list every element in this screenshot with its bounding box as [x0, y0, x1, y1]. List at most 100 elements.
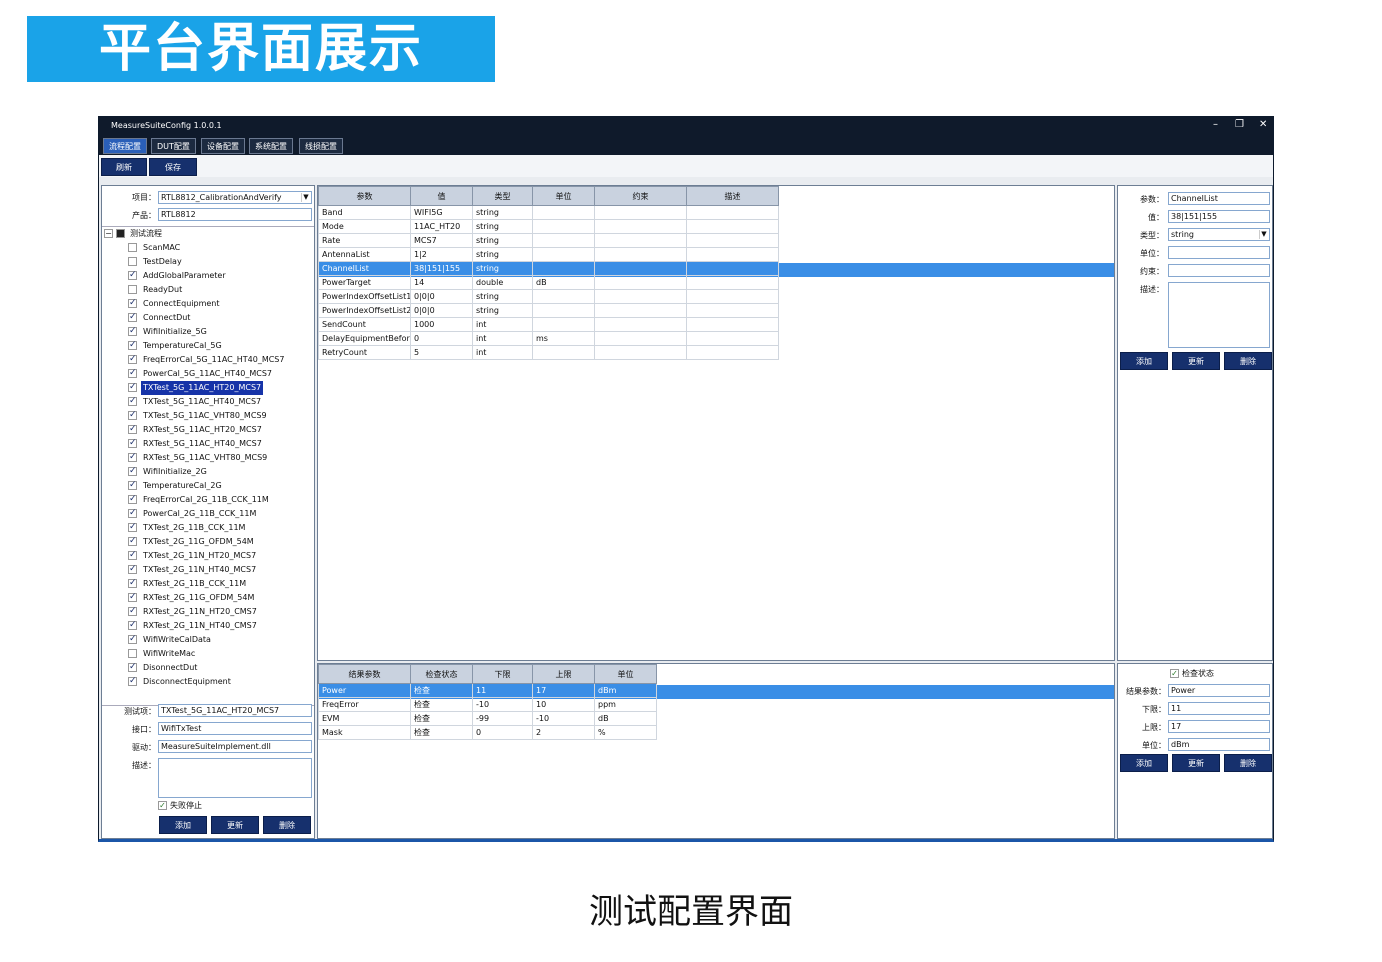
- tree-item[interactable]: ✓ TXTest_2G_11B_CCK_11M: [126, 521, 312, 535]
- tree-item[interactable]: ✓ ConnectDut: [126, 311, 312, 325]
- results-column-header[interactable]: 下限: [472, 664, 533, 684]
- tree-item[interactable]: ✓ RXTest_5G_11AC_VHT80_MCS9: [126, 451, 312, 465]
- tree-item[interactable]: ✓ TXTest_2G_11N_HT40_MCS7: [126, 563, 312, 577]
- tree-item[interactable]: ✓ TemperatureCal_5G: [126, 339, 312, 353]
- tree-item[interactable]: WifiWriteMac: [126, 647, 312, 661]
- tab-dut-config[interactable]: DUT配置: [151, 138, 196, 154]
- params-table-row[interactable]: DelayEquipmentBefore 0 int ms: [318, 331, 779, 346]
- tree-item[interactable]: ✓ FreqErrorCal_2G_11B_CCK_11M: [126, 493, 312, 507]
- add-param-button[interactable]: 添加: [1120, 352, 1168, 370]
- results-table-row[interactable]: FreqError 检查 -10 10 ppm: [318, 697, 657, 712]
- param-field[interactable]: ChannelList: [1168, 192, 1270, 205]
- tree-item[interactable]: ✓ FreqErrorCal_5G_11AC_HT40_MCS7: [126, 353, 312, 367]
- tree-item[interactable]: ✓ ConnectEquipment: [126, 297, 312, 311]
- product-field[interactable]: RTL8812: [158, 208, 312, 221]
- upper-field[interactable]: 17: [1168, 720, 1270, 733]
- tree-item[interactable]: ReadyDut: [126, 283, 312, 297]
- param-desc-textarea[interactable]: [1168, 282, 1270, 348]
- tree-item-checkbox[interactable]: [128, 257, 137, 266]
- restore-icon[interactable]: ❐: [1235, 119, 1244, 130]
- lower-field[interactable]: 11: [1168, 702, 1270, 715]
- tree-item-checkbox[interactable]: ✓: [128, 271, 137, 280]
- tree-item-checkbox[interactable]: ✓: [128, 369, 137, 378]
- tree-item[interactable]: ✓ AddGlobalParameter: [126, 269, 312, 283]
- params-table-row[interactable]: Mode 11AC_HT20 string: [318, 219, 779, 234]
- params-column-header[interactable]: 参数: [318, 186, 411, 206]
- tree-item-checkbox[interactable]: [128, 285, 137, 294]
- tree-item-checkbox[interactable]: ✓: [128, 607, 137, 616]
- delete-testitem-button[interactable]: 删除: [263, 816, 311, 834]
- params-table-row[interactable]: PowerTarget 14 double dB: [318, 275, 779, 290]
- tab-system-config[interactable]: 系统配置: [249, 138, 293, 154]
- params-table-row[interactable]: RetryCount 5 int: [318, 345, 779, 360]
- tree-item[interactable]: ✓ PowerCal_2G_11B_CCK_11M: [126, 507, 312, 521]
- tree-item-checkbox[interactable]: ✓: [128, 635, 137, 644]
- tree-item-checkbox[interactable]: ✓: [128, 523, 137, 532]
- project-select[interactable]: RTL8812_CalibrationAndVerify ▼: [158, 191, 312, 204]
- params-table-row[interactable]: ChannelList 38|151|155 string: [318, 261, 779, 276]
- tree-item-checkbox[interactable]: ✓: [128, 593, 137, 602]
- results-table-row[interactable]: Mask 检查 0 2%: [318, 725, 657, 740]
- add-result-button[interactable]: 添加: [1120, 754, 1168, 772]
- tree-item[interactable]: ✓ DisconnectEquipment: [126, 675, 312, 689]
- results-column-header[interactable]: 单位: [594, 664, 657, 684]
- tree-item-checkbox[interactable]: ✓: [128, 383, 137, 392]
- tree-item-checkbox[interactable]: ✓: [128, 509, 137, 518]
- tree-item[interactable]: ✓ DisonnectDut: [126, 661, 312, 675]
- tree-item[interactable]: ✓ TXTest_5G_11AC_HT40_MCS7: [126, 395, 312, 409]
- tree-item-checkbox[interactable]: ✓: [128, 551, 137, 560]
- tree-item[interactable]: ✓ RXTest_2G_11G_OFDM_54M: [126, 591, 312, 605]
- tree-item-checkbox[interactable]: ✓: [128, 299, 137, 308]
- constraint-field[interactable]: [1168, 264, 1270, 277]
- testitem-field[interactable]: TXTest_5G_11AC_HT20_MCS7: [158, 704, 312, 717]
- tree-item-checkbox[interactable]: ✓: [128, 355, 137, 364]
- params-column-header[interactable]: 描述: [686, 186, 779, 206]
- collapse-icon[interactable]: −: [104, 229, 113, 238]
- tree-item[interactable]: ✓ WifiInitialize_2G: [126, 465, 312, 479]
- tree-item-checkbox[interactable]: [128, 243, 137, 252]
- tree-item-checkbox[interactable]: ✓: [128, 327, 137, 336]
- tree-item[interactable]: ✓ TXTest_2G_11N_HT20_MCS7: [126, 549, 312, 563]
- tree-item-checkbox[interactable]: ✓: [128, 565, 137, 574]
- value-field[interactable]: 38|151|155: [1168, 210, 1270, 223]
- tab-flow-config[interactable]: 流程配置: [103, 138, 147, 154]
- tree-root[interactable]: − 测试流程: [102, 227, 302, 241]
- tree-item-checkbox[interactable]: ✓: [128, 313, 137, 322]
- tree-item-checkbox[interactable]: ✓: [128, 453, 137, 462]
- interface-field[interactable]: WifiTxTest: [158, 722, 312, 735]
- results-column-header[interactable]: 结果参数: [318, 664, 411, 684]
- params-column-header[interactable]: 约束: [594, 186, 687, 206]
- result-unit-field[interactable]: dBm: [1168, 738, 1270, 751]
- save-button[interactable]: 保存: [149, 158, 197, 176]
- params-column-header[interactable]: 值: [410, 186, 473, 206]
- tree-item-checkbox[interactable]: ✓: [128, 397, 137, 406]
- params-table-row[interactable]: Band WIFI5G string: [318, 205, 779, 220]
- tree-item-checkbox[interactable]: [128, 649, 137, 658]
- check-status-checkbox[interactable]: ✓: [1170, 669, 1179, 678]
- tree-item-checkbox[interactable]: ✓: [128, 425, 137, 434]
- params-table-row[interactable]: AntennaList 1|2 string: [318, 247, 779, 262]
- minimize-icon[interactable]: –: [1213, 119, 1218, 130]
- tree-item-checkbox[interactable]: ✓: [128, 579, 137, 588]
- tree-item[interactable]: TestDelay: [126, 255, 312, 269]
- tree-item[interactable]: ✓ TemperatureCal_2G: [126, 479, 312, 493]
- tree-item-checkbox[interactable]: ✓: [128, 481, 137, 490]
- root-checkbox[interactable]: [116, 229, 125, 238]
- tree-item-checkbox[interactable]: ✓: [128, 677, 137, 686]
- add-testitem-button[interactable]: 添加: [159, 816, 207, 834]
- delete-param-button[interactable]: 删除: [1224, 352, 1272, 370]
- update-testitem-button[interactable]: 更新: [211, 816, 259, 834]
- tree-item-checkbox[interactable]: ✓: [128, 663, 137, 672]
- update-param-button[interactable]: 更新: [1172, 352, 1220, 370]
- tree-item[interactable]: ✓ RXTest_2G_11N_HT20_CMS7: [126, 605, 312, 619]
- tab-device-config[interactable]: 设备配置: [201, 138, 245, 154]
- tree-item[interactable]: ✓ WifiInitialize_5G: [126, 325, 312, 339]
- description-textarea[interactable]: [158, 758, 312, 798]
- params-column-header[interactable]: 单位: [532, 186, 595, 206]
- tree-item-checkbox[interactable]: ✓: [128, 621, 137, 630]
- close-icon[interactable]: ✕: [1259, 119, 1267, 130]
- results-table-row[interactable]: EVM 检查 -99 -10 dB: [318, 711, 657, 726]
- results-column-header[interactable]: 上限: [532, 664, 595, 684]
- tree-item[interactable]: ✓ RXTest_2G_11N_HT40_CMS7: [126, 619, 312, 633]
- update-result-button[interactable]: 更新: [1172, 754, 1220, 772]
